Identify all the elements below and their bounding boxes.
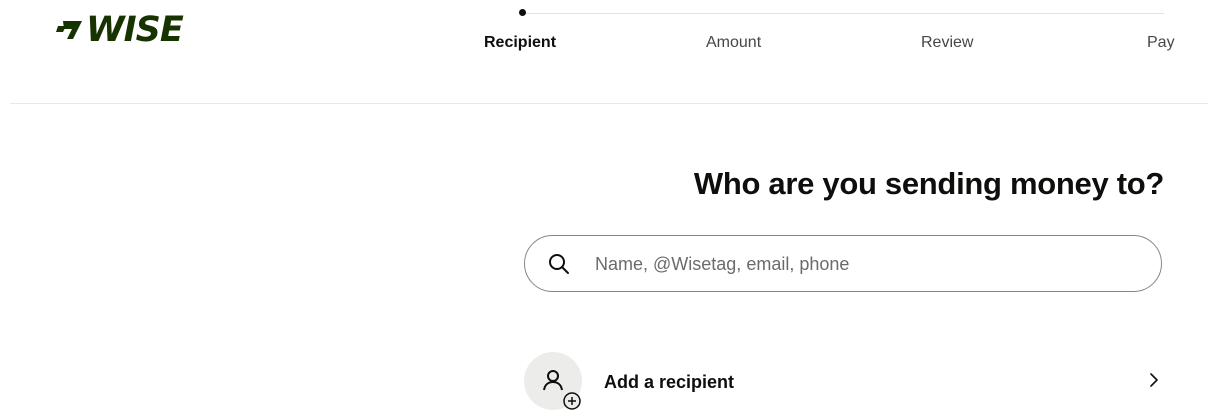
- progress-stepper: Recipient Amount Review Pay: [484, 0, 1184, 60]
- top-header: WISE Recipient Amount Review Pay: [0, 0, 1208, 104]
- stepper-current-dot: [519, 9, 526, 16]
- recipient-search-input[interactable]: [595, 246, 1135, 282]
- chevron-right-icon: [1150, 373, 1158, 387]
- step-recipient: Recipient: [484, 34, 557, 51]
- search-icon: [549, 254, 569, 274]
- step-amount: Amount: [706, 34, 762, 51]
- step-review: Review: [921, 34, 974, 51]
- recipient-search-box[interactable]: [524, 235, 1162, 292]
- add-recipient-avatar: [524, 352, 582, 410]
- add-recipient-label: Add a recipient: [604, 372, 735, 392]
- step-pay: Pay: [1147, 34, 1175, 51]
- add-recipient-row[interactable]: Add a recipient: [524, 352, 1164, 412]
- plus-circle-icon: [563, 392, 581, 410]
- page-title: Who are you sending money to?: [693, 166, 1164, 201]
- wise-flag-icon: [56, 21, 82, 39]
- wise-logo[interactable]: WISE: [56, 9, 184, 50]
- wise-wordmark: WISE: [86, 9, 184, 50]
- header-divider: [10, 103, 1208, 104]
- stepper-track: [522, 13, 1164, 14]
- person-icon: [543, 370, 563, 391]
